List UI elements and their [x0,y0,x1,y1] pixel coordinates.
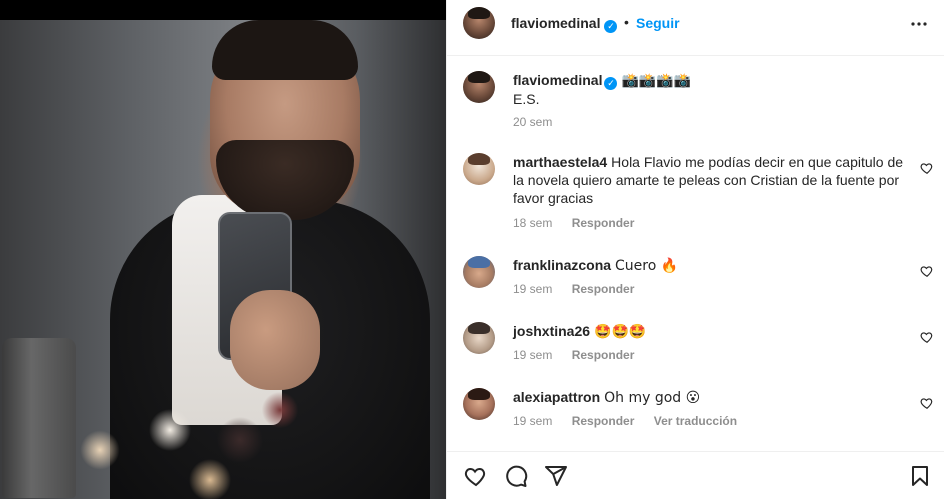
heart-icon[interactable] [920,330,934,344]
heart-icon[interactable] [920,161,934,175]
caption-body: E.S. [513,91,540,107]
comment-body: Cuero 🔥 [615,258,679,274]
post-side-panel: flaviomedinal ✓ • Seguir flaviomedinal ✓ 📸📸… [446,0,944,499]
author-username[interactable]: flaviomedinal [511,15,600,31]
photo-brushes [60,390,320,499]
comment-icon[interactable] [504,464,528,488]
comment-username[interactable]: joshxtina26 [513,323,590,339]
comment-body: Oh my god 😮 [604,390,701,406]
more-options-icon[interactable] [907,12,931,36]
comment-body: 🤩🤩🤩 [594,324,647,340]
caption-meta: 20 sem [513,115,568,129]
comment-meta: 18 sem Responder [513,216,650,230]
comment-time[interactable]: 18 sem [513,216,552,230]
separator-dot: • [624,14,629,30]
commenter-avatar[interactable] [463,322,495,354]
comment-text: marthaestela4 Hola Flavio me podías decir… [513,153,917,207]
post-media[interactable] [0,0,446,499]
comment-username[interactable]: franklinazcona [513,257,611,273]
comment-text: alexiapattron Oh my god 😮 [513,388,913,407]
comment-meta: 19 sem Responder Ver traducción [513,414,753,428]
follow-button[interactable]: Seguir [636,15,680,31]
post-actions-bar [447,451,944,499]
heart-icon[interactable] [464,464,488,488]
commenter-avatar[interactable] [463,256,495,288]
verified-badge-icon: ✓ [604,20,618,33]
caption-time[interactable]: 20 sem [513,115,552,129]
commenter-avatar[interactable] [463,153,495,185]
share-icon[interactable] [544,464,568,488]
comments-list[interactable]: flaviomedinal ✓ 📸📸📸📸 E.S. 20 sem marthaest… [447,57,944,447]
reply-button[interactable]: Responder [572,282,635,296]
heart-icon[interactable] [920,396,934,410]
comment-text: franklinazcona Cuero 🔥 [513,256,913,275]
bookmark-icon[interactable] [908,464,932,488]
caption-avatar[interactable] [463,71,495,103]
post-photo[interactable] [0,20,446,499]
post-header: flaviomedinal ✓ • Seguir [447,0,944,56]
comment-time[interactable]: 19 sem [513,414,552,428]
comment-username[interactable]: marthaestela4 [513,154,607,170]
comment-time[interactable]: 19 sem [513,282,552,296]
commenter-avatar[interactable] [463,388,495,420]
photo-hair [212,20,358,80]
media-top-bar [0,0,446,20]
comment-meta: 19 sem Responder [513,348,650,362]
caption-username[interactable]: flaviomedinal [513,72,602,88]
caption-text: flaviomedinal ✓ 📸📸📸📸 E.S. [513,71,913,108]
comment-text: joshxtina26 🤩🤩🤩 [513,322,913,341]
author-avatar[interactable] [463,7,495,39]
verified-badge-icon: ✓ [604,77,618,90]
reply-button[interactable]: Responder [572,216,635,230]
heart-icon[interactable] [920,264,934,278]
reply-button[interactable]: Responder [572,348,635,362]
photo-hand [230,290,320,390]
comment-time[interactable]: 19 sem [513,348,552,362]
reply-button[interactable]: Responder [572,414,635,428]
caption-emojis: 📸📸📸📸 [621,73,692,89]
see-translation-button[interactable]: Ver traducción [654,414,737,428]
comment-username[interactable]: alexiapattron [513,389,600,405]
comment-meta: 19 sem Responder [513,282,650,296]
